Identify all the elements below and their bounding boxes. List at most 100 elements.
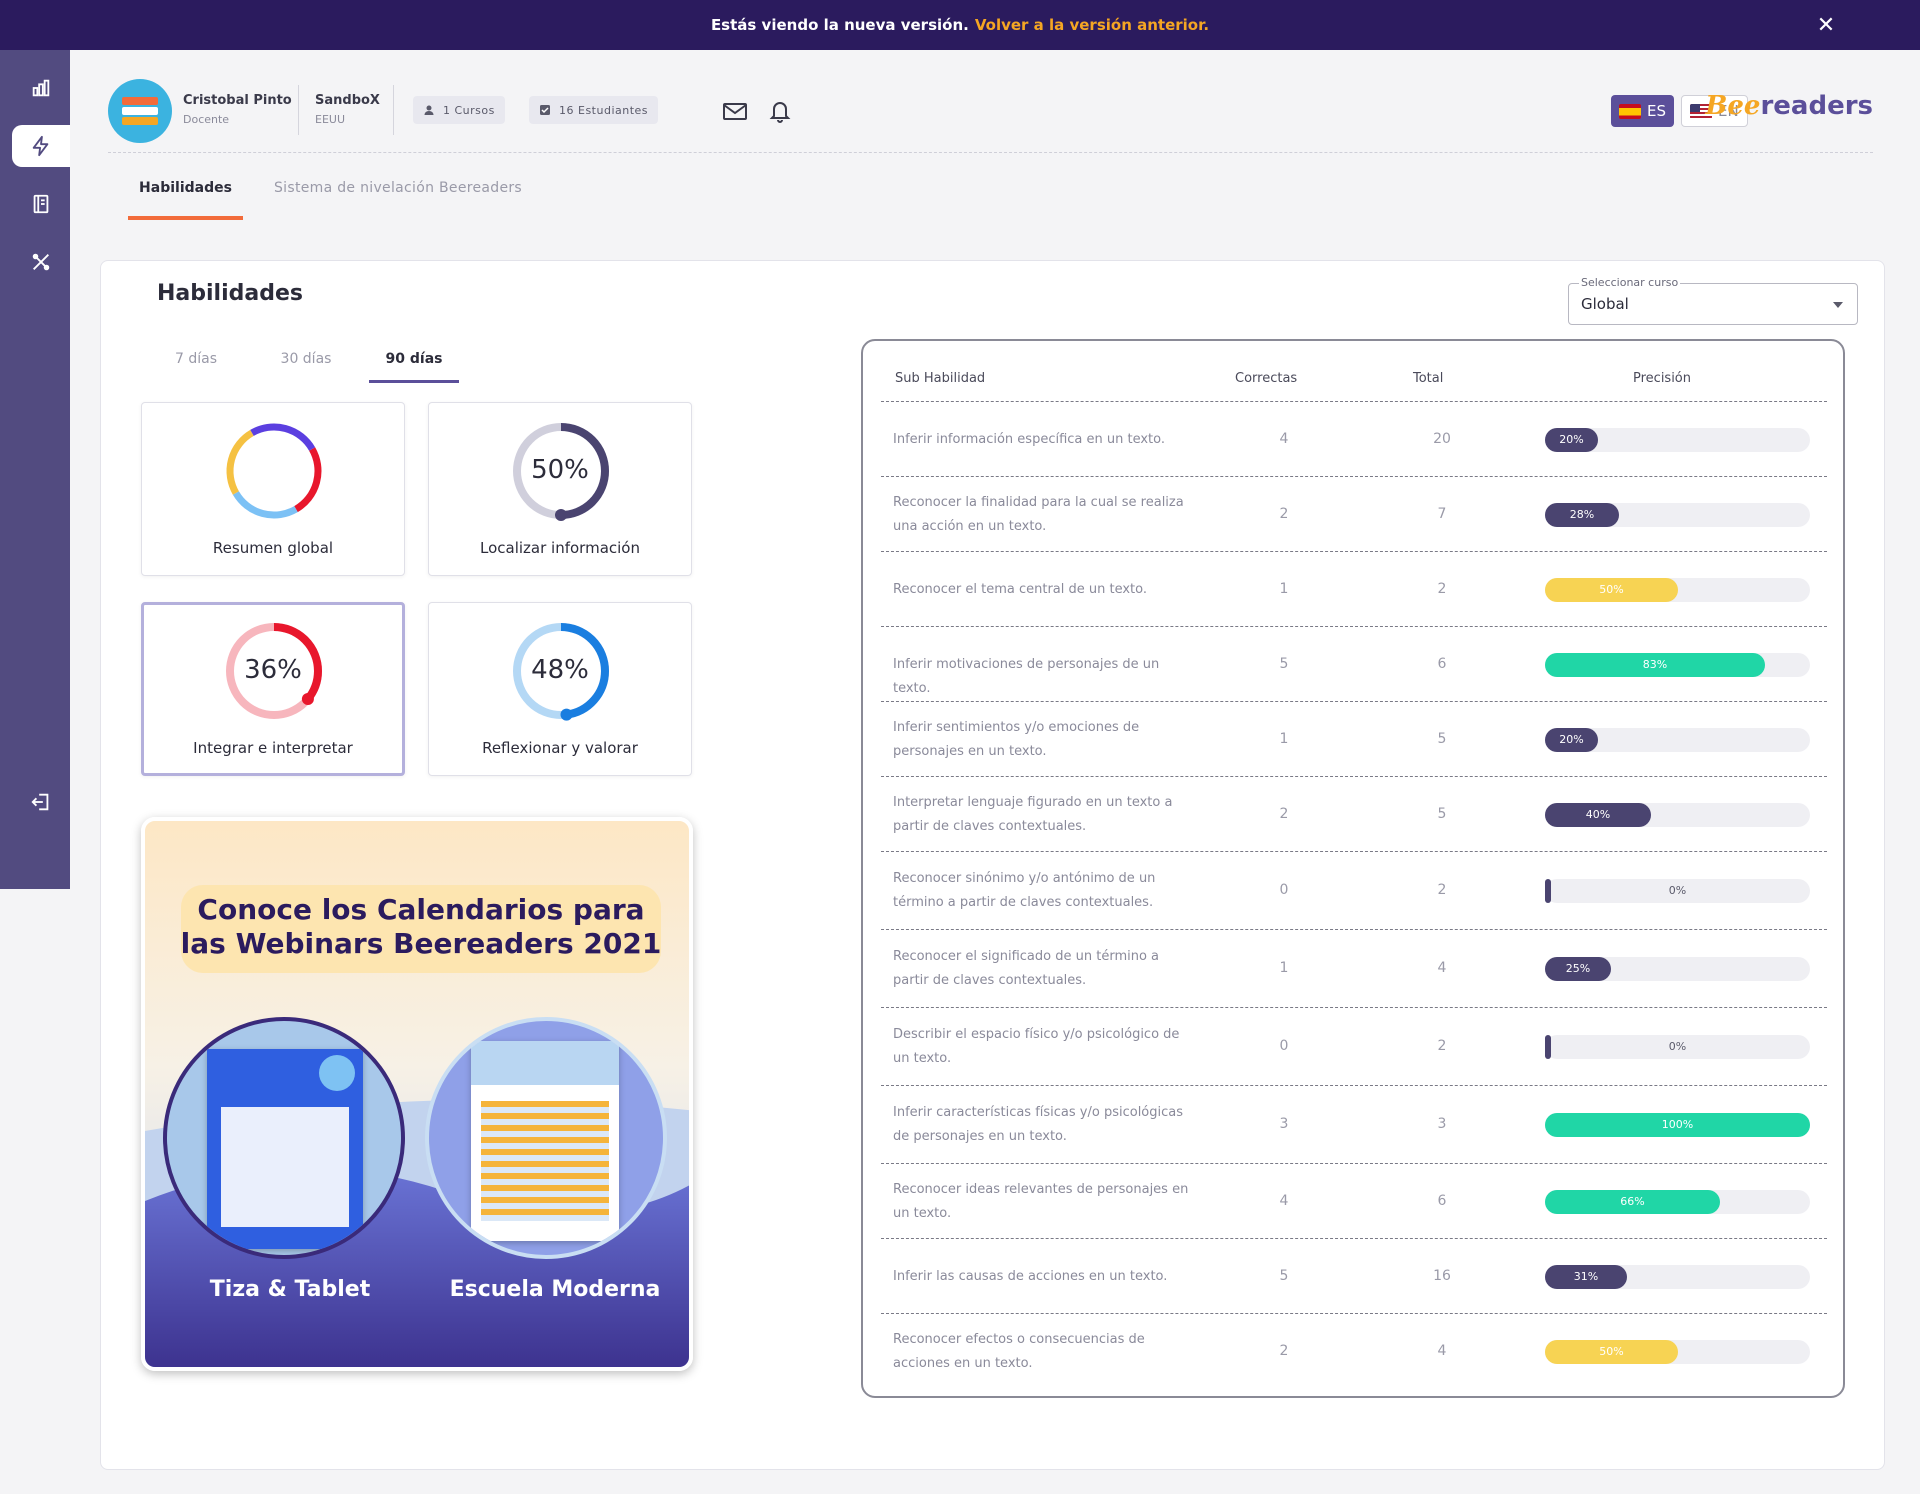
skill-card-resumen-global[interactable]: Resumen global: [141, 402, 405, 576]
avatar-book-decoration: [122, 97, 158, 105]
close-icon[interactable]: ✕: [1812, 11, 1840, 39]
table-row: Inferir información específica en un tex…: [881, 401, 1827, 476]
school-name: SandboX: [315, 93, 380, 108]
avatar[interactable]: [108, 79, 172, 143]
course-select-value: Global: [1581, 295, 1629, 313]
subskill-name: Reconocer el significado de un término a…: [893, 949, 1160, 988]
user-name: Cristobal Pinto: [183, 93, 292, 108]
spain-flag-icon: [1619, 103, 1641, 119]
precision-label: 31%: [1573, 1269, 1599, 1283]
subskill-name: Reconocer efectos o consecuencias de acc…: [893, 1331, 1145, 1371]
promo-heading-line: las Webinars Beereaders 2021: [180, 927, 662, 960]
subskill-name: Reconocer el tema central de un texto.: [893, 581, 1148, 597]
header-divider: [393, 85, 394, 135]
table-row: Reconocer la finalidad para la cual se r…: [881, 476, 1827, 551]
sidebar-item-logout[interactable]: [12, 781, 70, 823]
column-header-sub-habilidad: Sub Habilidad: [895, 371, 986, 386]
precision-label: 66%: [1620, 1194, 1645, 1208]
promo-label-escuela-moderna: Escuela Moderna: [449, 1277, 661, 1302]
table-row: Reconocer el tema central de un texto. 1 2…: [881, 551, 1827, 626]
total-count: 20: [1433, 430, 1451, 447]
tiza-tablet-calendar-preview: [207, 1049, 363, 1249]
bar-chart-icon: [32, 79, 50, 97]
total-count: 4: [1437, 960, 1447, 976]
skill-card-integrar[interactable]: 36% Integrar e interpretar: [141, 602, 405, 776]
precision-label: 50%: [1599, 1344, 1624, 1358]
user-role: Docente: [183, 113, 230, 126]
students-chip[interactable]: 16 Estudiantes: [529, 96, 659, 124]
courses-chip[interactable]: 1 Cursos: [413, 96, 505, 124]
skill-card-localizar[interactable]: 50% Localizar información: [428, 402, 692, 576]
sidebar-item-tools[interactable]: [12, 241, 70, 283]
precision-bar: 50%: [1545, 1339, 1810, 1364]
table-row: Inferir motivaciones de personajes de un…: [881, 626, 1827, 701]
user-icon: [424, 105, 434, 115]
promo-heading: Conoce los Calendarios para las Webinars…: [165, 893, 677, 961]
precision-label: 83%: [1642, 657, 1668, 671]
sidebar-item-skills[interactable]: [12, 125, 70, 167]
range-tab-30[interactable]: 30 días: [266, 341, 346, 383]
subskill-name: Describir el espacio físico y/o psicológ…: [893, 1027, 1180, 1066]
logo-bee-text: Bee: [1705, 91, 1761, 121]
lang-es-label: ES: [1647, 102, 1666, 120]
sidebar: [0, 50, 70, 889]
correct-count: 1: [1279, 580, 1289, 597]
precision-bar: 20%: [1545, 427, 1810, 452]
total-count: 16: [1433, 1267, 1451, 1284]
correct-count: 5: [1279, 655, 1289, 672]
banner-link-previous-version[interactable]: Volver a la versión anterior.: [975, 16, 1209, 34]
precision-bar: 66%: [1545, 1189, 1810, 1214]
skills-card: Habilidades Seleccionar curso Global 7 d…: [100, 260, 1885, 1470]
skill-percentage: 48%: [531, 655, 589, 685]
subskill-name: Inferir información específica en un tex…: [893, 431, 1166, 447]
skill-caption: Localizar información: [480, 539, 640, 557]
ring-end-dot: [560, 708, 573, 721]
header: Cristobal Pinto Docente SandboX EEUU 1 C…: [108, 75, 1873, 153]
subskill-name: Reconocer ideas relevantes de personajes…: [893, 1181, 1189, 1221]
subskill-name: Reconocer la finalidad para la cual se r…: [893, 494, 1184, 534]
precision-bar: 40%: [1545, 802, 1810, 827]
correct-count: 2: [1279, 1342, 1289, 1359]
students-count: 16 Estudiantes: [559, 103, 649, 117]
logout-icon: [31, 793, 49, 811]
precision-label: 100%: [1661, 1118, 1694, 1131]
total-count: 5: [1437, 805, 1447, 822]
total-count: 3: [1437, 1116, 1447, 1132]
total-count: 2: [1437, 882, 1447, 898]
precision-label: 20%: [1559, 732, 1584, 746]
total-count: 6: [1437, 655, 1447, 672]
skill-percentage: 36%: [244, 655, 302, 685]
skill-caption: Reflexionar y valorar: [482, 739, 638, 757]
sidebar-item-books[interactable]: [12, 183, 70, 225]
sidebar-item-stats[interactable]: [12, 67, 70, 109]
webinar-promo-banner[interactable]: Conoce los Calendarios para las Webinars…: [141, 817, 693, 1371]
table-row: Inferir las causas de acciones en un tex…: [881, 1238, 1827, 1313]
range-tab-7[interactable]: 7 días: [156, 341, 236, 383]
course-select[interactable]: Seleccionar curso Global: [1568, 276, 1858, 325]
bell-icon[interactable]: [766, 97, 794, 125]
tab-sistema-nivelacion[interactable]: Sistema de nivelación Beereaders: [274, 180, 522, 196]
promo-circle-left: [163, 1017, 405, 1259]
total-count: 6: [1437, 1192, 1447, 1209]
range-tab-90[interactable]: 90 días: [369, 341, 459, 383]
total-count: 2: [1437, 1038, 1447, 1054]
lightning-icon: [32, 135, 49, 157]
tab-habilidades[interactable]: Habilidades: [128, 180, 243, 220]
skill-card-reflexionar[interactable]: 48% Reflexionar y valorar: [428, 602, 692, 776]
correct-count: 0: [1279, 1038, 1289, 1054]
section-title: Habilidades: [157, 281, 303, 306]
precision-bar: 83%: [1545, 652, 1810, 677]
subskill-name: Interpretar lenguaje figurado en un text…: [893, 794, 1173, 834]
header-divider: [298, 85, 299, 135]
precision-label: 25%: [1565, 962, 1591, 975]
precision-bar: 100%: [1545, 1113, 1810, 1137]
total-count: 2: [1437, 580, 1447, 597]
subskill-name: Inferir características físicas y/o psic…: [893, 1105, 1184, 1144]
mail-icon[interactable]: [721, 97, 749, 125]
lang-es-button[interactable]: ES: [1611, 95, 1674, 127]
table-row: Reconocer sinónimo y/o antónimo de un té…: [881, 851, 1827, 929]
correct-count: 1: [1279, 960, 1289, 976]
promo-label-tiza-tablet: Tiza & Tablet: [209, 1277, 371, 1302]
dropdown-arrow-icon: [1833, 302, 1843, 308]
precision-bar: 25%: [1545, 957, 1810, 981]
